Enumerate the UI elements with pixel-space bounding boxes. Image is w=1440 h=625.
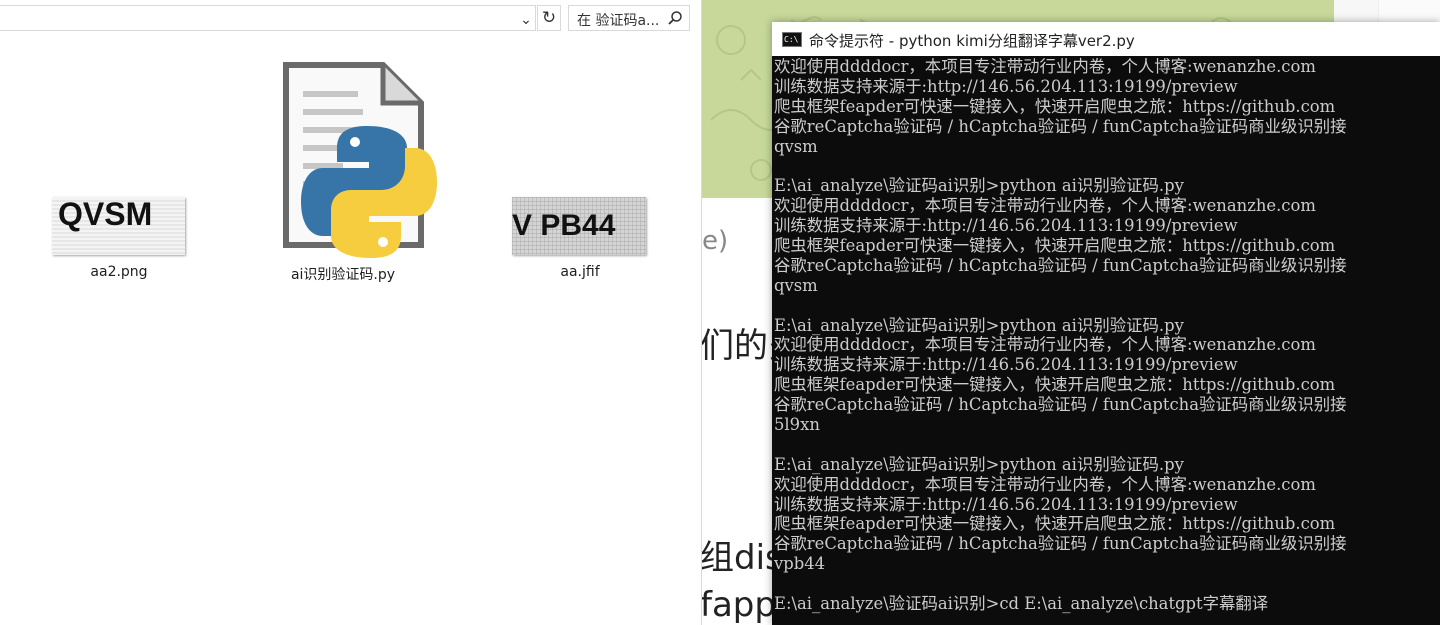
file-name-label: ai识别验证码.py — [290, 267, 396, 283]
search-input[interactable]: 在 验证码a... — [568, 5, 690, 31]
console-window-title: 命令提示符 - python kimi分组翻译字幕ver2.py — [809, 32, 1135, 50]
console-line: E:\ai_analyze\验证码ai识别>python ai识别验证码.py — [774, 176, 1184, 196]
console-app-icon: C:\ — [782, 32, 802, 47]
console-output[interactable]: 欢迎使用ddddocr，本项目专注带动行业内卷，个人博客:wenanzhe.co… — [774, 57, 1440, 625]
console-line: 谷歌reCaptcha验证码 / hCaptcha验证码 / funCaptch… — [774, 534, 1347, 554]
console-line: vpb44 — [774, 554, 826, 574]
background-text-fragment: e) — [702, 226, 729, 256]
console-line: 爬虫框架feapder可快速一键接入，快速开启爬虫之旅：https://gith… — [774, 514, 1336, 534]
console-line: 5l9xn — [774, 415, 820, 435]
chevron-down-icon[interactable]: ⌄ — [516, 9, 536, 29]
search-icon[interactable] — [667, 10, 683, 26]
file-name-label: aa2.png — [90, 264, 148, 280]
console-line: 谷歌reCaptcha验证码 / hCaptcha验证码 / funCaptch… — [774, 395, 1347, 415]
console-line: 欢迎使用ddddocr，本项目专注带动行业内卷，个人博客:wenanzhe.co… — [774, 474, 1316, 494]
console-line: 欢迎使用ddddocr，本项目专注带动行业内卷，个人博客:wenanzhe.co… — [774, 335, 1316, 355]
console-line: 谷歌reCaptcha验证码 / hCaptcha验证码 / funCaptch… — [774, 116, 1347, 136]
refresh-button[interactable]: ↻ — [537, 5, 561, 31]
console-title-bar[interactable]: C:\ 命令提示符 - python kimi分组翻译字幕ver2.py — [772, 22, 1440, 56]
captcha-thumbnail-image: V PB44 — [512, 197, 646, 255]
console-line: E:\ai_analyze\验证码ai识别>cd E:\ai_analyze\c… — [774, 594, 1269, 614]
console-line: qvsm — [774, 275, 818, 295]
address-bar[interactable] — [0, 5, 536, 31]
console-line: 爬虫框架feapder可快速一键接入，快速开启爬虫之旅：https://gith… — [774, 96, 1336, 116]
console-line: 爬虫框架feapder可快速一键接入，快速开启爬虫之旅：https://gith… — [774, 236, 1336, 256]
console-line: 训练数据支持来源于:http://146.56.204.113:19199/pr… — [774, 494, 1238, 514]
console-line: 训练数据支持来源于:http://146.56.204.113:19199/pr… — [774, 355, 1238, 375]
file-explorer-window: ⌄ ↻ 在 验证码a... QVSM aa2.png ai识别验证码.py V … — [0, 0, 702, 625]
background-text-fragment: fapp — [700, 585, 776, 625]
console-line: 训练数据支持来源于:http://146.56.204.113:19199/pr… — [774, 216, 1238, 236]
captcha-text: V PB44 — [512, 209, 616, 242]
console-line: 欢迎使用ddddocr，本项目专注带动行业内卷，个人博客:wenanzhe.co… — [774, 57, 1316, 76]
search-placeholder: 在 验证码a... — [577, 13, 660, 29]
captcha-thumbnail-image: QVSM — [52, 197, 185, 255]
captcha-text: QVSM — [58, 197, 152, 232]
console-line: 欢迎使用ddddocr，本项目专注带动行业内卷，个人博客:wenanzhe.co… — [774, 196, 1316, 216]
python-file-icon — [283, 62, 437, 258]
console-line: E:\ai_analyze\验证码ai识别>python ai识别验证码.py — [774, 315, 1184, 335]
command-prompt-window[interactable]: C:\ 命令提示符 - python kimi分组翻译字幕ver2.py 欢迎使… — [772, 22, 1440, 625]
file-name-label: aa.jfif — [560, 264, 600, 280]
console-line: 谷歌reCaptcha验证码 / hCaptcha验证码 / funCaptch… — [774, 255, 1347, 275]
console-line: 爬虫框架feapder可快速一键接入，快速开启爬虫之旅：https://gith… — [774, 375, 1336, 395]
console-line: 训练数据支持来源于:http://146.56.204.113:19199/pr… — [774, 76, 1238, 96]
console-line: qvsm — [774, 136, 818, 156]
console-line: E:\ai_analyze\验证码ai识别>python ai识别验证码.py — [774, 454, 1184, 474]
